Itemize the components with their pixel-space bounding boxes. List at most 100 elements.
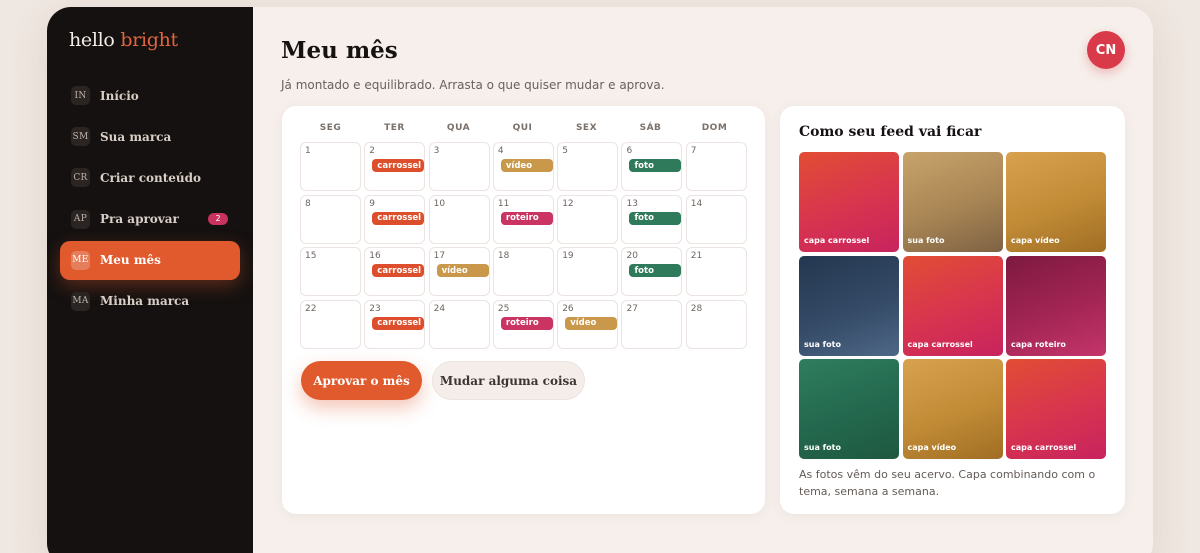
content-chip[interactable]: carrossel [372,316,425,330]
feed-tile: capa carrossel [799,152,899,252]
day-number: 13 [626,198,638,209]
change-something-button[interactable]: Mudar alguma coisa [432,361,585,400]
calendar-day[interactable]: 6 foto [621,142,683,191]
calendar-day[interactable]: 20 foto [621,247,683,296]
sidebar-item-abbr: IN [71,86,90,105]
approve-month-button[interactable]: Aprovar o mês [301,361,422,400]
sidebar-item-abbr: SM [71,127,90,147]
day-number: 26 [562,303,574,314]
day-number: 27 [626,303,638,314]
sidebar-item-me[interactable]: ME Meu mês [60,240,240,280]
content-chip[interactable]: vídeo [565,316,618,330]
content-chip[interactable]: vídeo [500,159,553,172]
sidebar-item-cr[interactable]: CR Criar conteúdo [60,158,240,197]
feed-tile: capa vídeo [902,359,1003,459]
content-chip[interactable]: vídeo [436,264,489,277]
day-number: 22 [305,303,317,314]
calendar-day[interactable]: 9 carrossel [364,194,426,244]
sidebar-item-label: Criar conteúdo [100,170,202,185]
feed-tile-label: capa vídeo [1011,236,1060,245]
sidebar-item-ap[interactable]: AP Pra aprovar 2 [60,200,240,239]
calendar-day[interactable]: 8 [300,194,361,244]
sidebar-item-label: Meu mês [100,253,161,268]
day-number: 20 [626,251,638,261]
weekday-label: QUA [446,123,471,133]
calendar-day[interactable]: 1 [300,142,361,191]
calendar-day[interactable]: 22 [300,299,361,349]
calendar-day[interactable]: 5 [557,142,619,191]
calendar-day[interactable]: 25 roteiro [492,299,554,349]
calendar-day[interactable]: 2 carrossel [364,142,426,191]
sidebar-item-label: Minha marca [100,294,190,309]
avatar[interactable]: CN [1087,31,1125,69]
calendar-day[interactable]: 13 foto [621,194,683,244]
day-number: 4 [497,146,504,156]
pending-count-badge: 2 [208,212,228,225]
calendar-day[interactable]: 16 carrossel [364,247,426,296]
feed-tile-label: capa carrossel [907,339,973,349]
feed-tile: sua foto [799,255,899,356]
day-number: 28 [690,303,703,314]
calendar-day[interactable]: 17 vídeo [428,247,490,296]
weekday-label: SÁB [639,123,662,133]
feed-tile-label: capa carrossel [804,236,870,245]
sidebar-item-abbr: AP [71,209,90,229]
feed-tile: sua foto [902,152,1003,252]
calendar-day[interactable]: 7 [685,142,747,191]
day-number: 10 [433,198,446,209]
feed-tile-label: capa vídeo [907,443,957,452]
feed-preview-card: Como seu feed vai ficar capa carrossel su… [780,106,1125,514]
content-chip[interactable]: carrossel [372,264,425,277]
sidebar-nav: IN Início SM Sua marca CR Criar conteúdo AP Pra… [47,76,253,321]
page-subtitle: Já montado e equilibrado. Arrasta o que … [281,78,665,92]
calendar-day[interactable]: 15 [300,247,361,296]
sidebar-item-ma[interactable]: MA Minha marca [60,282,240,321]
feed-tile-label: sua foto [907,236,945,245]
content-chip[interactable]: carrossel [372,211,425,225]
sidebar-item-in[interactable]: IN Início [60,76,240,115]
calendar-day[interactable]: 28 [685,299,747,349]
calendar-day[interactable]: 4 vídeo [492,142,554,191]
content-chip[interactable]: foto [629,159,682,172]
calendar-day[interactable]: 27 [621,299,683,349]
day-number: 5 [562,146,568,156]
day-number: 1 [305,146,311,156]
calendar-day[interactable]: 23 carrossel [364,299,426,349]
calendar-day[interactable]: 14 [685,194,747,244]
feed-tile-label: capa carrossel [1011,443,1077,452]
feed-title: Como seu feed vai ficar [799,124,982,140]
sidebar-item-sm[interactable]: SM Sua marca [60,117,240,156]
day-number: 16 [369,251,381,261]
day-number: 3 [433,146,440,156]
content-chip[interactable]: foto [629,211,682,225]
day-number: 17 [433,251,446,261]
content-chip[interactable]: roteiro [500,316,553,330]
feed-tile-label: sua foto [804,339,841,349]
calendar-day[interactable]: 26 vídeo [557,299,619,349]
calendar-day[interactable]: 3 [428,142,490,191]
calendar-day[interactable]: 11 roteiro [492,194,554,244]
content-chip[interactable]: foto [629,264,682,277]
calendar-day[interactable]: 24 [428,299,490,349]
feed-tile: capa vídeo [1006,152,1106,252]
day-number: 12 [562,198,574,209]
page-title: Meu mês [281,37,398,64]
main-content: Meu mês Já montado e equilibrado. Arrast… [253,7,1153,553]
brand-logo[interactable]: hello bright [47,29,253,57]
calendar-day[interactable]: 21 [685,247,747,296]
feed-note: As fotos vêm do seu acervo. Capa combina… [799,468,1096,498]
calendar-day[interactable]: 18 [492,247,554,296]
day-number: 6 [626,146,633,156]
content-chip[interactable]: roteiro [500,211,553,225]
app-window: hello bright IN Início SM Sua marca CR Criar … [47,7,1153,553]
content-chip[interactable]: carrossel [372,159,425,172]
calendar-day[interactable]: 12 [557,194,619,244]
sidebar-item-abbr: MA [71,291,90,311]
day-number: 2 [369,146,376,156]
calendar-day[interactable]: 10 [428,194,490,244]
calendar-day[interactable]: 19 [557,247,619,296]
day-number: 11 [497,198,510,209]
weekday-label: DOM [701,123,728,133]
weekday-label: SEX [575,123,598,133]
day-number: 23 [369,303,381,314]
